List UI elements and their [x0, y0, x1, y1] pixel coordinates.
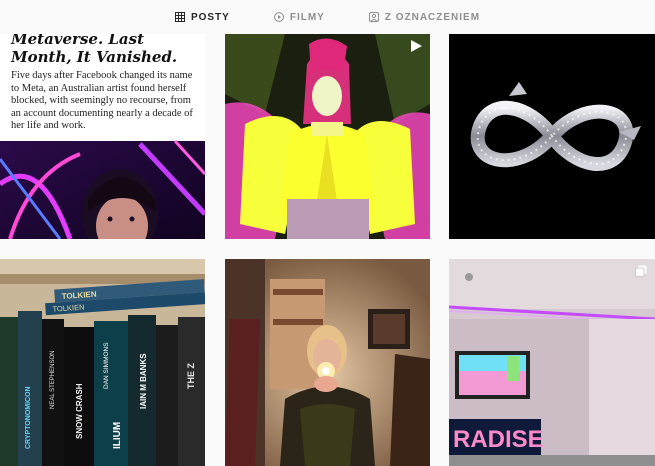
post-neon-room[interactable]: RADISE: [449, 259, 655, 466]
video-icon: [410, 40, 422, 52]
book-spine-text: NEAL STEPHENSON: [50, 351, 56, 409]
neon-room-image: RADISE: [449, 259, 655, 466]
profile-tabs: POSTY FILMY Z OZNACZENIEM: [0, 0, 655, 34]
chrome-infinity-image: [449, 34, 655, 239]
post-bookshelf[interactable]: TOLKIEN TOLKIEN CRYPTONOMICON NEAL STEPH…: [0, 259, 205, 466]
tab-videos[interactable]: FILMY: [252, 0, 347, 34]
tab-posts[interactable]: POSTY: [153, 0, 252, 34]
neon-portrait-image: [0, 139, 205, 239]
book-spine-text: IAIN M BANKS: [139, 353, 148, 409]
yellow-dress-video-image: [225, 34, 430, 239]
neon-sign-text: RADISE: [453, 426, 544, 453]
tab-tagged-label: Z OZNACZENIEM: [384, 11, 481, 23]
book-spine-text: THE Z: [186, 362, 196, 389]
tab-videos-label: FILMY: [289, 11, 325, 23]
book-spine-text: CRYPTONOMICON: [25, 386, 32, 449]
play-circle-icon: [273, 12, 284, 22]
post-news-article[interactable]: Metaverse. Last Month, It Vanished. Five…: [0, 34, 205, 239]
grid-icon: [174, 12, 185, 22]
book-spine-text: ILIUM: [112, 422, 123, 449]
tagged-user-icon: [368, 12, 379, 22]
post-chrome-infinity[interactable]: [449, 34, 655, 239]
carousel-icon: [635, 265, 647, 277]
woman-candle-image: [225, 259, 430, 466]
book-spine-text: DAN SIMMONS: [103, 342, 110, 389]
tab-posts-label: POSTY: [190, 11, 230, 23]
post-video-yellow-dress[interactable]: [225, 34, 430, 239]
post-woman-candle[interactable]: [225, 259, 430, 466]
tab-tagged[interactable]: Z OZNACZENIEM: [347, 0, 502, 34]
bookshelf-image: TOLKIEN TOLKIEN CRYPTONOMICON NEAL STEPH…: [0, 259, 205, 466]
book-spine-text: SNOW CRASH: [75, 383, 84, 439]
